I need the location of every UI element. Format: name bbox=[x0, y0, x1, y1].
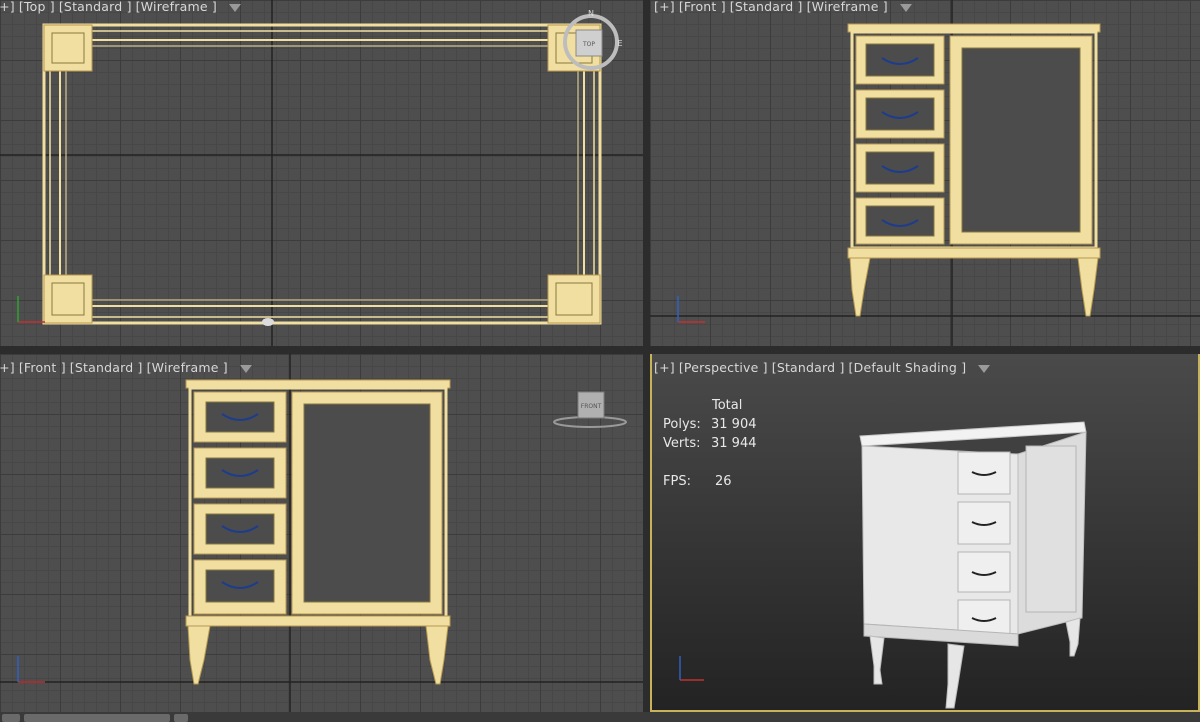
front-left-wireframe: FRONT bbox=[0, 354, 643, 712]
stats-fps-label: FPS: bbox=[663, 474, 691, 489]
scroll-button-right[interactable] bbox=[174, 714, 188, 722]
viewcube-icon: FRONT bbox=[553, 391, 627, 428]
viewport-top[interactable]: N E TOP [+][Top ][Standard ][Wireframe ] bbox=[0, 0, 643, 346]
scroll-thumb[interactable] bbox=[24, 714, 170, 722]
stats-total-label: Total bbox=[712, 398, 743, 413]
viewport-divider-vertical[interactable] bbox=[643, 0, 650, 712]
stats-polys-label: Polys: bbox=[663, 417, 701, 432]
viewcube-east: E bbox=[617, 39, 622, 48]
stats-polys-value: 31 904 bbox=[711, 417, 757, 432]
axis-gizmo-icon bbox=[17, 296, 45, 323]
front-right-wireframe bbox=[650, 0, 1200, 346]
viewport-label-front-right[interactable]: [+] [Front ] [Standard ] [Wireframe ] bbox=[654, 0, 912, 14]
viewport-label-top[interactable]: [+][Top ][Standard ][Wireframe ] bbox=[0, 0, 241, 14]
filter-icon[interactable] bbox=[239, 364, 252, 373]
stats-panel: Total Polys: 31 904 Verts: 31 944 FPS: 2… bbox=[652, 354, 852, 504]
viewcube-face-front: FRONT bbox=[581, 403, 602, 410]
stats-verts-value: 31 944 bbox=[711, 436, 757, 451]
stats-verts-label: Verts: bbox=[663, 436, 701, 451]
scroll-button-left[interactable] bbox=[2, 714, 20, 722]
viewport-perspective[interactable]: [+] [Perspective ] [Standard ] [Default Sha… bbox=[650, 352, 1200, 712]
viewport-front-right[interactable]: [+] [Front ] [Standard ] [Wireframe ] bbox=[650, 0, 1200, 346]
viewcube-north: N bbox=[588, 9, 594, 18]
top-wireframe: N E TOP bbox=[0, 0, 643, 346]
filter-icon[interactable] bbox=[228, 3, 241, 12]
viewport-divider-horizontal[interactable] bbox=[0, 346, 1200, 354]
viewcube-face-top: TOP bbox=[582, 41, 595, 48]
filter-icon[interactable] bbox=[978, 364, 991, 373]
bottom-scrollbar[interactable] bbox=[0, 712, 1200, 722]
filter-icon[interactable] bbox=[899, 3, 912, 12]
viewport-front-left[interactable]: FRONT [+][Front ][Standard ][Wireframe ] bbox=[0, 354, 643, 712]
viewport-label-front-left[interactable]: [+][Front ][Standard ][Wireframe ] bbox=[0, 360, 252, 375]
stats-fps-value: 26 bbox=[715, 474, 732, 489]
